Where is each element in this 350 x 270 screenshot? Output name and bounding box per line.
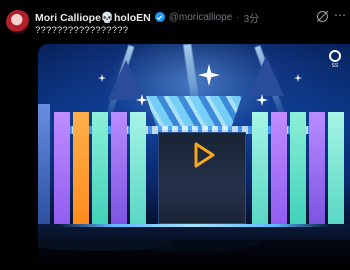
roof (248, 56, 284, 96)
led-panel (328, 112, 344, 228)
handle[interactable]: @moricalliope (169, 12, 233, 23)
separator: · (236, 11, 240, 23)
avatar[interactable] (6, 10, 30, 34)
led-panel (309, 112, 325, 228)
led-panel (252, 112, 268, 228)
grok-icon[interactable] (317, 11, 328, 22)
stage-edge-lights (58, 224, 330, 227)
led-panel (130, 112, 146, 228)
tweet-header: Mori Calliope💀holoEN @moricalliope · 3分 (35, 9, 310, 25)
roof (108, 60, 144, 100)
audience-silhouettes (38, 240, 350, 270)
more-icon[interactable]: ⋯ (334, 8, 346, 22)
broadcast-logo: SS (326, 50, 344, 72)
play-icon[interactable] (188, 140, 218, 170)
timestamp[interactable]: 3分 (244, 10, 260, 25)
tweet-text: ????????????????? (35, 25, 129, 36)
logo-text: SS (331, 63, 339, 69)
led-panel (111, 112, 127, 228)
left-pillar (38, 104, 50, 234)
tweet-media[interactable]: SS (38, 44, 350, 270)
crystal-canopy (146, 96, 242, 130)
led-panel (290, 112, 306, 228)
verified-badge-icon (154, 12, 165, 22)
led-panel (73, 112, 89, 228)
left-led-panels (54, 112, 146, 228)
display-name[interactable]: Mori Calliope💀holoEN (35, 11, 151, 24)
led-panel (92, 112, 108, 228)
led-panel (271, 112, 287, 228)
logo-circle-icon (329, 50, 341, 62)
led-panel (54, 112, 70, 228)
right-led-panels (252, 112, 344, 228)
